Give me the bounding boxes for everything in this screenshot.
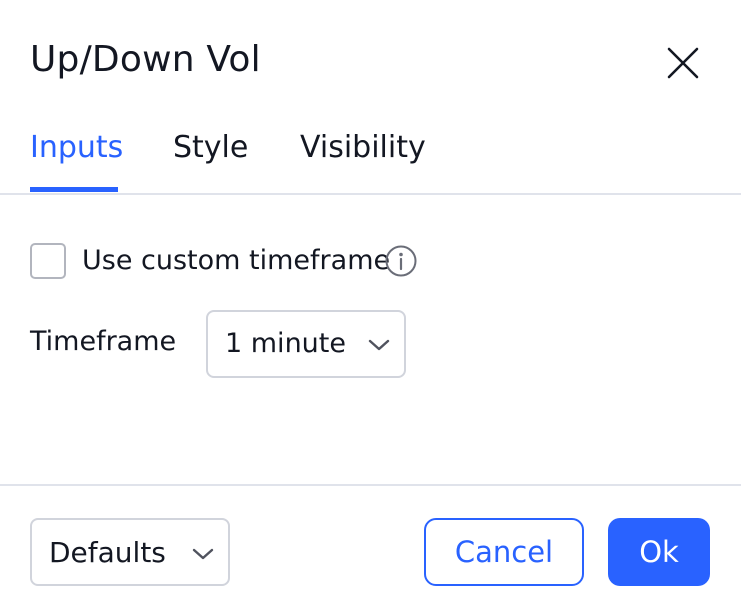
chevron-down-icon <box>192 548 214 560</box>
indicator-settings-dialog: Up/Down Vol Inputs Style Visibility Use … <box>0 0 741 608</box>
defaults-label: Defaults <box>49 536 166 569</box>
close-icon <box>667 47 699 79</box>
close-button[interactable] <box>660 40 706 86</box>
timeframe-value: 1 minute <box>225 328 346 359</box>
timeframe-label: Timeframe <box>30 326 177 357</box>
cancel-button[interactable]: Cancel <box>424 518 584 586</box>
tab-visibility[interactable]: Visibility <box>300 128 426 168</box>
active-tab-indicator <box>30 187 118 192</box>
tab-style[interactable]: Style <box>173 128 248 168</box>
chevron-down-icon <box>368 339 390 351</box>
header-divider <box>0 193 741 195</box>
ok-button[interactable]: Ok <box>608 518 710 586</box>
footer-divider <box>0 484 741 486</box>
tab-inputs[interactable]: Inputs <box>30 128 123 168</box>
custom-timeframe-label[interactable]: Use custom timeframe <box>82 243 390 279</box>
custom-timeframe-checkbox[interactable] <box>30 243 66 279</box>
dialog-title: Up/Down Vol <box>30 39 261 80</box>
defaults-dropdown[interactable]: Defaults <box>30 518 230 586</box>
tab-bar: Inputs Style Visibility <box>0 118 741 195</box>
info-icon[interactable] <box>384 244 418 278</box>
timeframe-select[interactable]: 1 minute <box>206 310 406 378</box>
